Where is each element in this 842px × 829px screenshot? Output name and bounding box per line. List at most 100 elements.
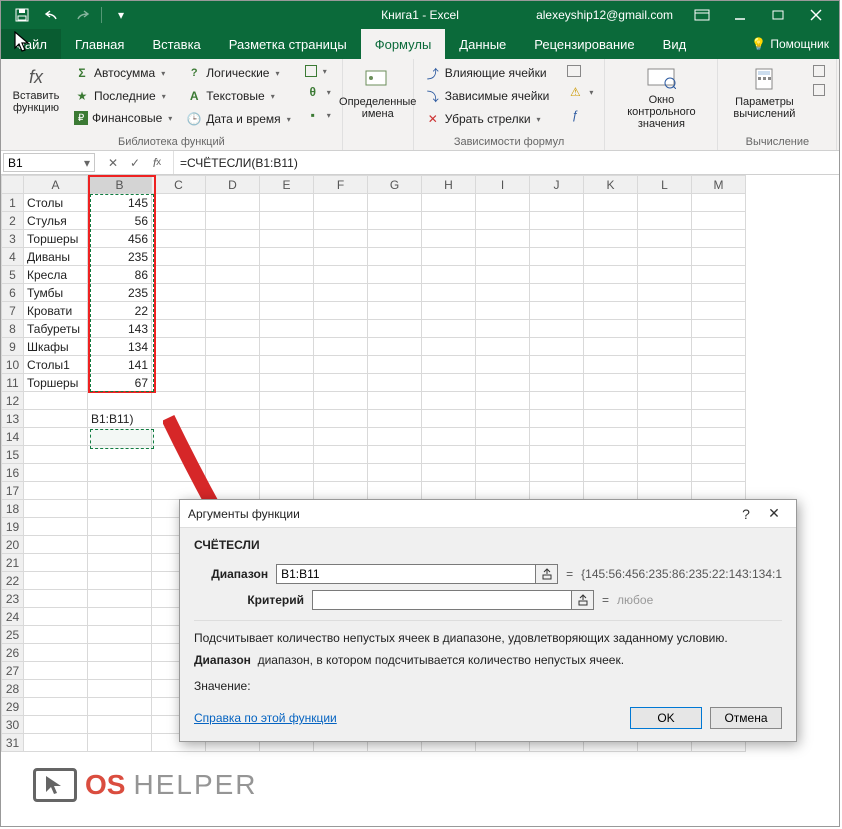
cell[interactable] <box>476 194 530 212</box>
row-header[interactable]: 5 <box>2 266 24 284</box>
cell[interactable] <box>314 284 368 302</box>
cell[interactable] <box>206 302 260 320</box>
cell[interactable] <box>368 338 422 356</box>
cell[interactable] <box>206 356 260 374</box>
cell[interactable] <box>24 680 88 698</box>
calc-sheet-button[interactable] <box>808 81 830 99</box>
cell[interactable] <box>88 716 152 734</box>
cell[interactable] <box>692 446 746 464</box>
cell[interactable] <box>422 464 476 482</box>
row-header[interactable]: 2 <box>2 212 24 230</box>
cell[interactable] <box>530 482 584 500</box>
tab-page-layout[interactable]: Разметка страницы <box>215 29 361 59</box>
cell[interactable] <box>530 194 584 212</box>
cell[interactable] <box>584 248 638 266</box>
tab-review[interactable]: Рецензирование <box>520 29 648 59</box>
cell[interactable] <box>638 284 692 302</box>
cell[interactable] <box>152 230 206 248</box>
cell[interactable]: 143 <box>88 320 152 338</box>
cell[interactable]: Шкафы <box>24 338 88 356</box>
cell[interactable] <box>476 410 530 428</box>
cell[interactable] <box>476 392 530 410</box>
cell[interactable] <box>314 194 368 212</box>
cell[interactable] <box>314 392 368 410</box>
cell[interactable] <box>24 482 88 500</box>
tab-insert[interactable]: Вставка <box>138 29 214 59</box>
cell[interactable] <box>530 410 584 428</box>
cell[interactable] <box>584 356 638 374</box>
cell[interactable] <box>206 248 260 266</box>
cell[interactable] <box>206 482 260 500</box>
row-header[interactable]: 14 <box>2 428 24 446</box>
cell[interactable] <box>314 356 368 374</box>
cell[interactable] <box>206 194 260 212</box>
col-header[interactable]: I <box>476 176 530 194</box>
cell[interactable] <box>152 410 206 428</box>
col-header[interactable]: A <box>24 176 88 194</box>
cell[interactable] <box>260 374 314 392</box>
evaluate-button[interactable]: ƒ <box>562 104 598 126</box>
cell[interactable] <box>314 266 368 284</box>
more-button[interactable]: ▪ <box>300 104 336 126</box>
cell[interactable] <box>24 518 88 536</box>
cell[interactable] <box>24 608 88 626</box>
cell[interactable] <box>24 446 88 464</box>
datetime-button[interactable]: 🕒Дата и время <box>181 108 295 130</box>
cell[interactable] <box>692 266 746 284</box>
col-header[interactable]: L <box>638 176 692 194</box>
cell[interactable] <box>88 428 152 446</box>
cell[interactable] <box>88 500 152 518</box>
cell[interactable] <box>584 338 638 356</box>
cell[interactable] <box>88 464 152 482</box>
cell[interactable] <box>692 410 746 428</box>
cell[interactable] <box>24 626 88 644</box>
col-header[interactable]: J <box>530 176 584 194</box>
cell[interactable] <box>314 428 368 446</box>
row-header[interactable]: 18 <box>2 500 24 518</box>
cell[interactable] <box>206 230 260 248</box>
cell[interactable] <box>314 230 368 248</box>
cell[interactable]: Столы <box>24 194 88 212</box>
error-check-button[interactable]: ⚠ <box>562 81 598 103</box>
cell[interactable] <box>206 212 260 230</box>
col-header[interactable]: F <box>314 176 368 194</box>
collapse-dialog-button-2[interactable] <box>572 590 594 610</box>
cell[interactable] <box>152 338 206 356</box>
cell[interactable] <box>88 446 152 464</box>
cell[interactable] <box>530 230 584 248</box>
cell[interactable] <box>152 194 206 212</box>
cell[interactable] <box>152 266 206 284</box>
cell[interactable]: Торшеры <box>24 374 88 392</box>
cell[interactable] <box>260 212 314 230</box>
cell[interactable] <box>24 536 88 554</box>
cell[interactable]: B1:B11) <box>88 410 152 428</box>
cell[interactable] <box>584 212 638 230</box>
row-header[interactable]: 17 <box>2 482 24 500</box>
logical-button[interactable]: ?Логические <box>181 62 295 84</box>
cell[interactable] <box>692 284 746 302</box>
cell[interactable] <box>24 698 88 716</box>
maximize-button[interactable] <box>759 1 797 29</box>
row-header[interactable]: 7 <box>2 302 24 320</box>
cell[interactable] <box>314 446 368 464</box>
cell[interactable] <box>260 266 314 284</box>
cell[interactable] <box>206 464 260 482</box>
cell[interactable] <box>152 356 206 374</box>
recent-button[interactable]: ★Последние <box>69 85 177 107</box>
cell[interactable] <box>260 194 314 212</box>
cell[interactable] <box>422 248 476 266</box>
cell[interactable] <box>476 266 530 284</box>
cell[interactable] <box>530 338 584 356</box>
cell[interactable] <box>260 320 314 338</box>
cell[interactable] <box>692 230 746 248</box>
cell[interactable] <box>260 428 314 446</box>
row-header[interactable]: 27 <box>2 662 24 680</box>
cell[interactable] <box>88 608 152 626</box>
cell[interactable] <box>476 356 530 374</box>
cell[interactable]: 86 <box>88 266 152 284</box>
cell[interactable] <box>476 302 530 320</box>
tab-formulas[interactable]: Формулы <box>361 29 446 59</box>
cell[interactable] <box>638 320 692 338</box>
cell[interactable] <box>476 464 530 482</box>
save-button[interactable] <box>9 4 35 26</box>
